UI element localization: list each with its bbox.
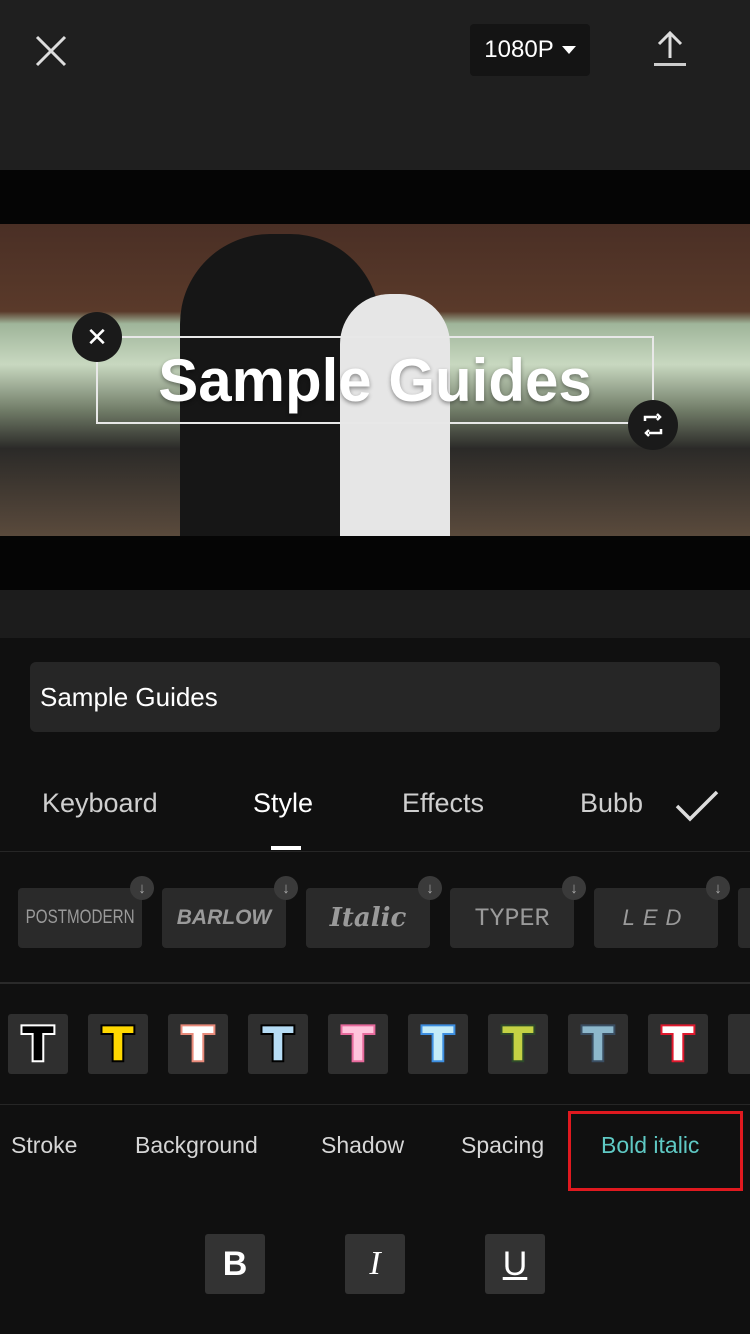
text-input[interactable]: Sample Guides bbox=[30, 662, 720, 732]
close-icon[interactable] bbox=[34, 34, 68, 68]
style-preset[interactable]: T bbox=[328, 1014, 388, 1074]
download-icon[interactable]: ↓ bbox=[562, 876, 586, 900]
text-overlay-box[interactable]: Sample Guides bbox=[96, 336, 654, 424]
style-preset[interactable]: T bbox=[8, 1014, 68, 1074]
download-icon[interactable]: ↓ bbox=[706, 876, 730, 900]
caret-down-icon bbox=[561, 46, 576, 54]
style-preset[interactable]: T bbox=[248, 1014, 308, 1074]
font-label: LED bbox=[622, 905, 690, 930]
font-led[interactable]: LED bbox=[594, 888, 718, 948]
style-preset[interactable]: T bbox=[408, 1014, 468, 1074]
tab-effects[interactable]: Effects bbox=[402, 788, 484, 819]
tab-bubble[interactable]: Bubb bbox=[580, 788, 643, 819]
top-bar: 1080P bbox=[0, 0, 750, 170]
divider bbox=[0, 1104, 750, 1105]
highlight-box bbox=[568, 1111, 743, 1191]
font-label: POSTMODERN bbox=[25, 907, 135, 928]
rotate-scale-icon[interactable] bbox=[628, 400, 678, 450]
text-input-value: Sample Guides bbox=[40, 681, 218, 712]
editor-tabs: Keyboard Style Effects Bubb bbox=[0, 770, 750, 852]
font-barlow[interactable]: BARLOW bbox=[162, 888, 286, 948]
resolution-label: 1080P bbox=[484, 36, 554, 63]
upload-icon[interactable] bbox=[652, 30, 688, 68]
style-preset[interactable]: T bbox=[568, 1014, 628, 1074]
style-preset[interactable]: T bbox=[168, 1014, 228, 1074]
font-next[interactable] bbox=[738, 888, 750, 948]
overlay-text: Sample Guides bbox=[158, 346, 592, 414]
font-label: TYPER bbox=[474, 903, 550, 933]
resolution-dropdown[interactable]: 1080P bbox=[470, 24, 590, 76]
download-icon[interactable]: ↓ bbox=[418, 876, 442, 900]
option-stroke[interactable]: Stroke bbox=[11, 1132, 77, 1159]
delete-text-close-icon[interactable]: ✕ bbox=[72, 312, 122, 362]
style-preset[interactable]: T bbox=[648, 1014, 708, 1074]
tab-style[interactable]: Style bbox=[253, 788, 313, 819]
font-italic[interactable]: Italic bbox=[306, 888, 430, 948]
download-icon[interactable]: ↓ bbox=[274, 876, 298, 900]
bold-button[interactable]: B bbox=[205, 1234, 265, 1294]
font-typer[interactable]: TYPER bbox=[450, 888, 574, 948]
tab-keyboard[interactable]: Keyboard bbox=[42, 788, 158, 819]
font-label: BARLOW bbox=[176, 906, 272, 929]
font-list: POSTMODERN ↓ BARLOW ↓ Italic ↓ TYPER ↓ L… bbox=[0, 876, 750, 984]
font-postmodern[interactable]: POSTMODERN bbox=[18, 888, 142, 948]
panel-spacer bbox=[0, 590, 750, 638]
checkmark-icon[interactable] bbox=[674, 788, 720, 824]
option-background[interactable]: Background bbox=[135, 1132, 258, 1159]
italic-button[interactable]: I bbox=[345, 1234, 405, 1294]
font-label: Italic bbox=[329, 903, 407, 933]
underline-button[interactable]: U bbox=[485, 1234, 545, 1294]
option-shadow[interactable]: Shadow bbox=[321, 1132, 404, 1159]
active-tab-indicator bbox=[271, 846, 301, 850]
style-preset[interactable]: T bbox=[88, 1014, 148, 1074]
style-preset[interactable] bbox=[728, 1014, 750, 1074]
download-icon[interactable]: ↓ bbox=[130, 876, 154, 900]
option-spacing[interactable]: Spacing bbox=[461, 1132, 544, 1159]
style-preset[interactable]: T bbox=[488, 1014, 548, 1074]
